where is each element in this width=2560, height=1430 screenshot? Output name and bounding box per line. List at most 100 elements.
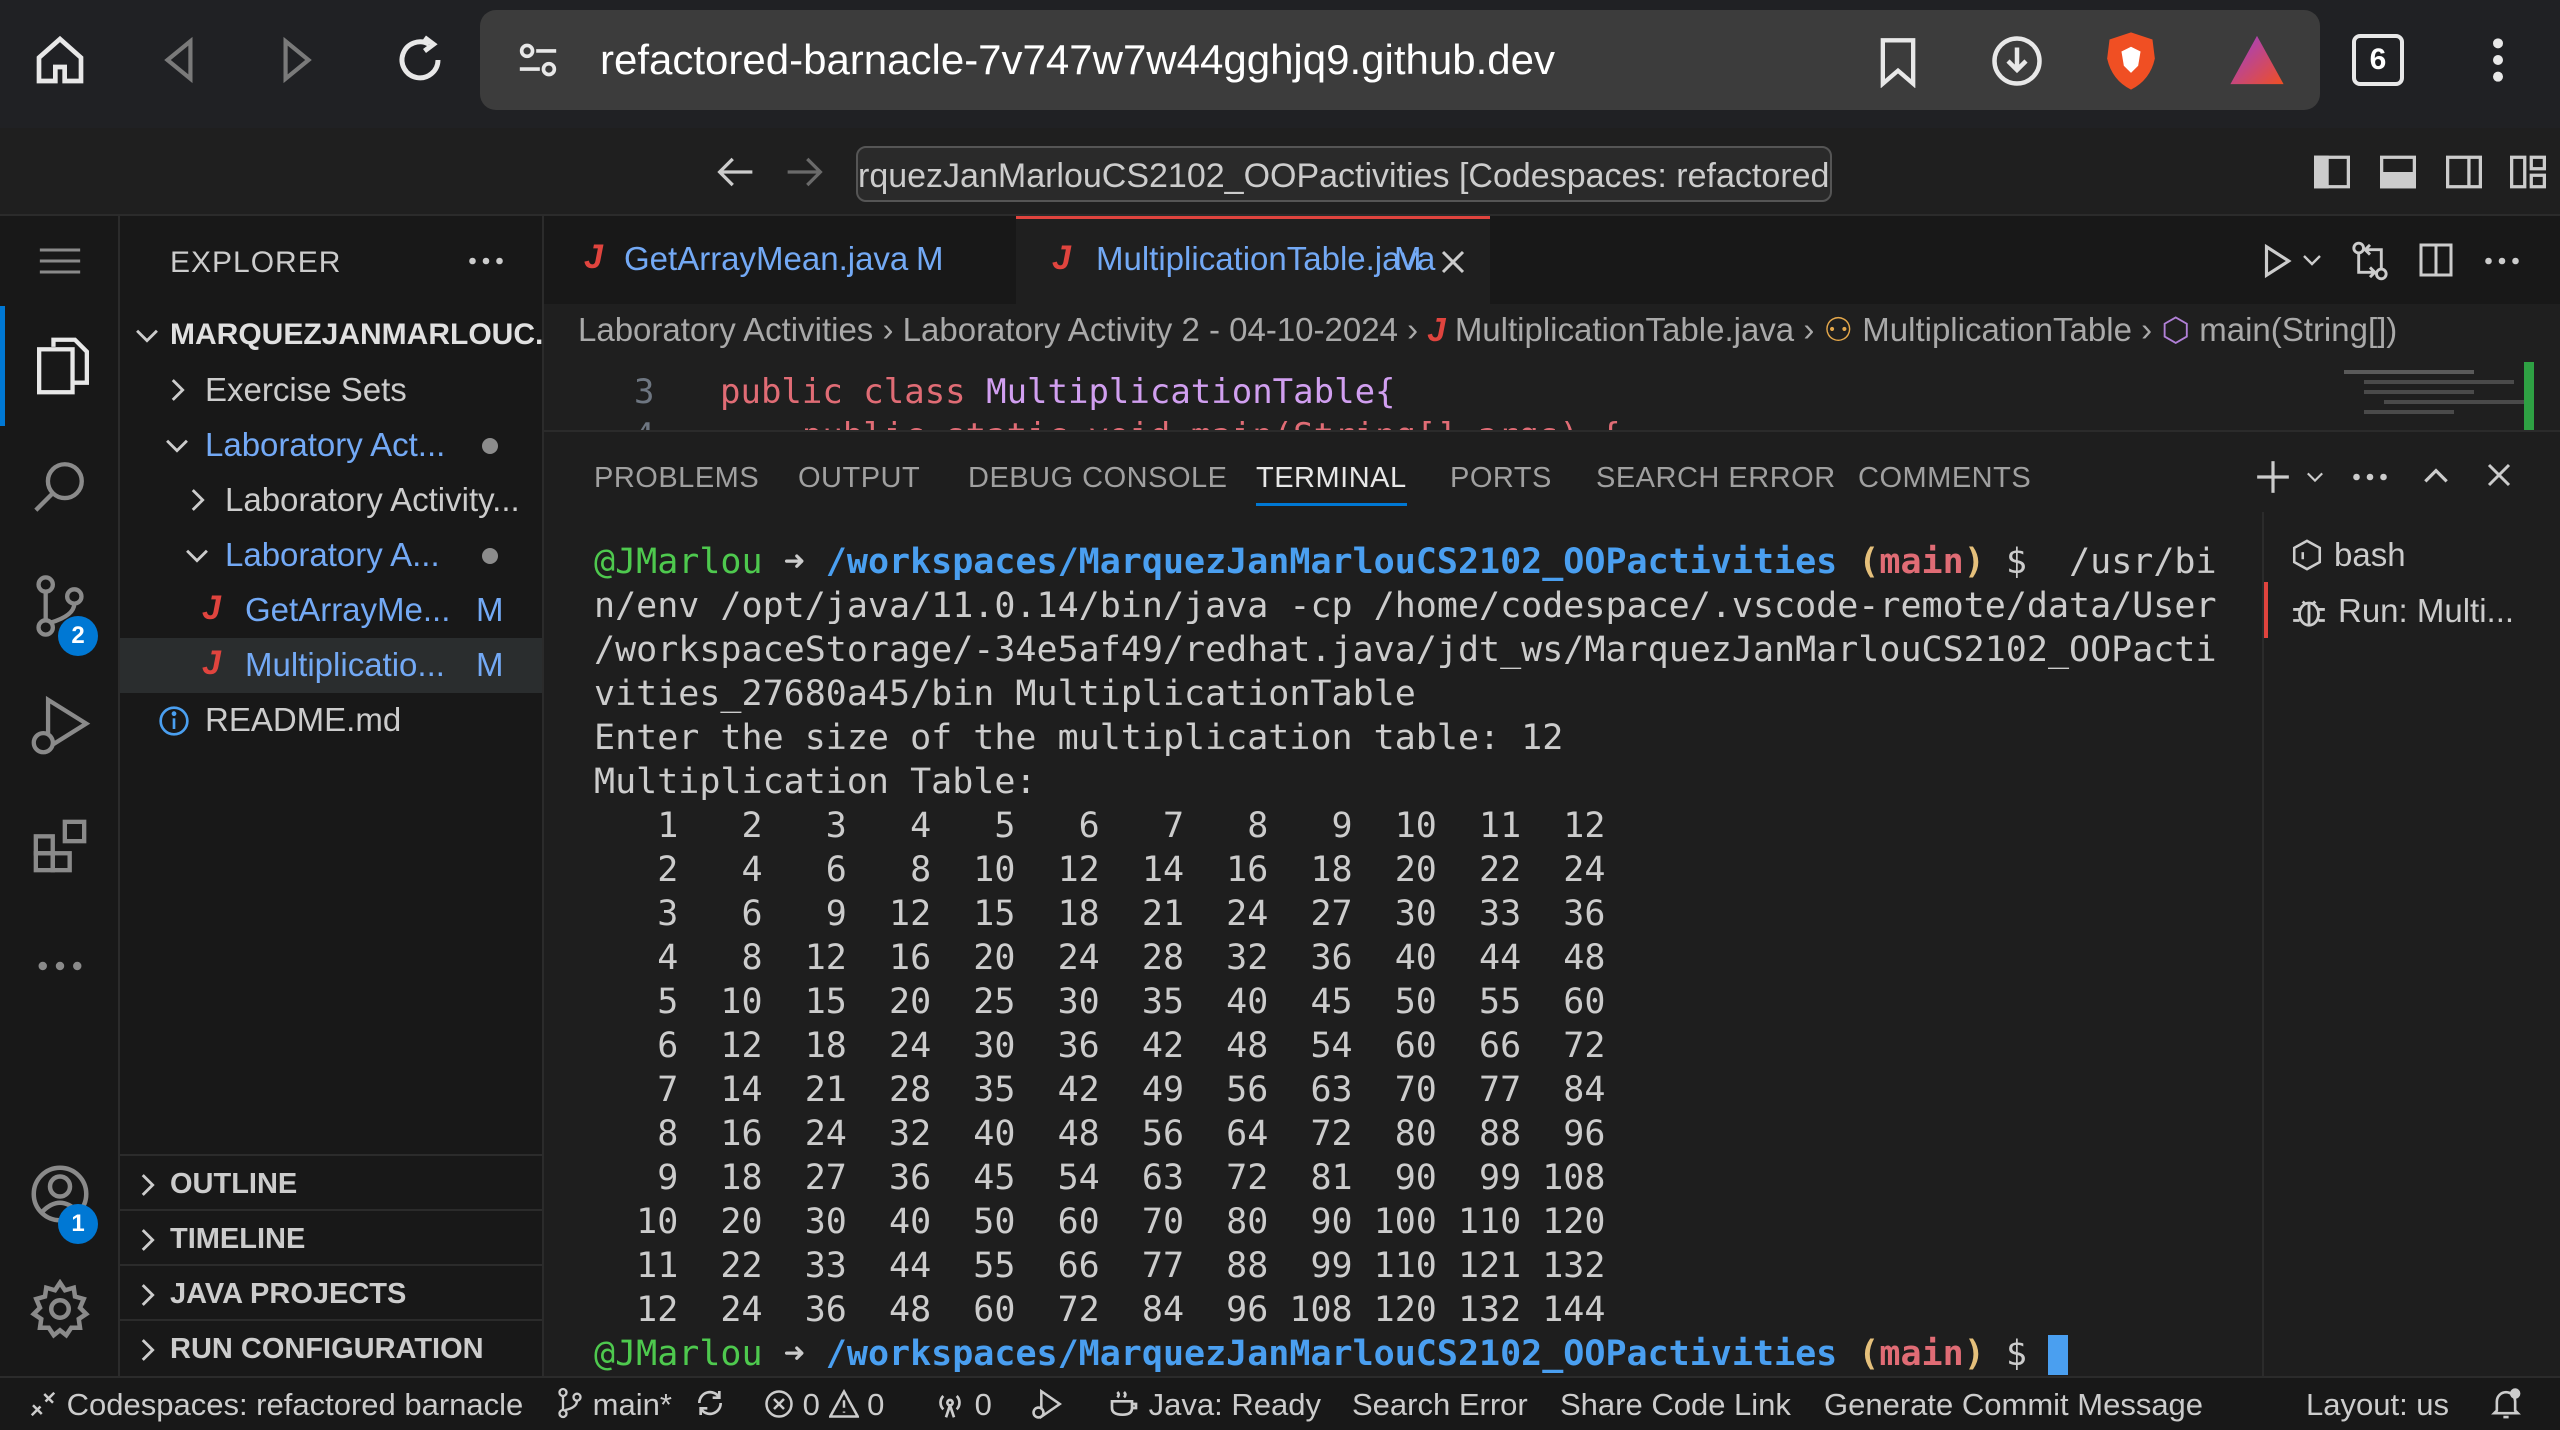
back-icon[interactable] <box>142 22 218 98</box>
terminal-line: 11 22 33 44 55 66 77 88 99 110 121 132 <box>594 1246 1606 1286</box>
tab-count-button[interactable]: 6 <box>2352 34 2404 86</box>
tab-ports[interactable]: PORTS <box>1450 462 1552 495</box>
run-java-icon[interactable] <box>2256 242 2296 280</box>
notifications-bell-icon[interactable] <box>2490 1387 2522 1421</box>
command-center[interactable]: rquezJanMarlouCS2102_OOPactivities [Code… <box>856 146 1832 202</box>
share-code-link-button[interactable]: Share Code Link <box>1560 1387 1791 1423</box>
toggle-panel-icon[interactable] <box>2378 154 2418 190</box>
tab-getarraymean[interactable]: J GetArrayMean.java M <box>544 216 1016 304</box>
forward-icon[interactable] <box>258 22 334 98</box>
more-views-icon[interactable] <box>0 906 120 1026</box>
tree-item-exercise-sets[interactable]: Exercise Sets <box>120 363 542 418</box>
tab-output[interactable]: OUTPUT <box>798 462 920 495</box>
branch-indicator[interactable]: main* <box>556 1387 672 1423</box>
sync-icon[interactable] <box>694 1387 726 1419</box>
extensions-icon[interactable] <box>0 786 120 906</box>
modified-badge: M <box>1394 240 1422 277</box>
section-timeline[interactable]: TIMELINE <box>120 1209 542 1264</box>
tab-terminal[interactable]: TERMINAL <box>1256 462 1407 506</box>
panel-more-icon[interactable] <box>2352 472 2388 482</box>
bottom-panel: PROBLEMS OUTPUT DEBUG CONSOLE TERMINAL P… <box>544 430 2560 1378</box>
remote-indicator[interactable]: Codespaces: refactored barnacle <box>28 1387 523 1423</box>
breadcrumb-item[interactable]: MultiplicationTable <box>1862 311 2132 348</box>
editor-more-icon[interactable] <box>2484 256 2520 266</box>
close-tab-icon[interactable] <box>1438 247 1468 277</box>
toggle-secondary-sidebar-icon[interactable] <box>2444 154 2484 190</box>
reload-icon[interactable] <box>382 22 458 98</box>
explorer-icon[interactable] <box>0 306 120 426</box>
url-text: refactored-barnacle-7v747w7w44gghjq9.git… <box>600 36 1555 83</box>
maximize-panel-chevron-up-icon[interactable] <box>2420 462 2452 490</box>
go-back-icon[interactable] <box>716 154 756 190</box>
problems-indicator[interactable]: 0 0 <box>764 1387 884 1423</box>
search-icon[interactable] <box>0 426 120 546</box>
tree-item-label: Multiplicatio... <box>245 646 445 683</box>
explorer-more-icon[interactable] <box>468 256 504 266</box>
breadcrumb-item[interactable]: Laboratory Activity 2 - 04-10-2024 <box>903 311 1398 348</box>
more-vertical-icon[interactable] <box>2460 22 2536 98</box>
tree-item-multiplicationtable[interactable]: J Multiplicatio... M <box>120 638 542 693</box>
brave-shield-icon[interactable] <box>2102 30 2160 92</box>
run-dropdown-chevron-icon[interactable] <box>2300 250 2324 270</box>
brave-rewards-icon[interactable] <box>2228 32 2286 88</box>
section-run-configuration[interactable]: RUN CONFIGURATION <box>120 1319 542 1374</box>
section-java-projects[interactable]: JAVA PROJECTS <box>120 1264 542 1319</box>
terminal-output[interactable]: @JMarlou ➜ /workspaces/MarquezJanMarlouC… <box>594 540 2294 1376</box>
tree-item-laboratory-activities[interactable]: Laboratory Act... <box>120 418 542 473</box>
toggle-primary-sidebar-icon[interactable] <box>2312 154 2352 190</box>
tree-item-laboratory-activity-1[interactable]: Laboratory Activity... <box>120 473 542 528</box>
breadcrumb-item[interactable]: MultiplicationTable.java <box>1455 311 1794 348</box>
java-status[interactable]: Java: Ready <box>1108 1387 1321 1423</box>
close-panel-icon[interactable] <box>2484 460 2514 490</box>
home-icon[interactable] <box>22 22 98 98</box>
tree-item-label: Laboratory Act... <box>205 426 446 463</box>
split-editor-icon[interactable] <box>2418 242 2454 278</box>
warning-icon <box>828 1389 859 1418</box>
tree-item-laboratory-activity-2[interactable]: Laboratory A... <box>120 528 542 583</box>
branch-label: main* <box>592 1387 672 1422</box>
menu-icon[interactable] <box>0 216 120 306</box>
breadcrumb-item[interactable]: main(String[]) <box>2199 311 2397 348</box>
terminal-item-run[interactable]: Run: Multi... <box>2264 582 2560 638</box>
editor-tabs: J GetArrayMean.java M J MultiplicationTa… <box>544 216 2560 304</box>
run-debug-status-icon[interactable] <box>1030 1387 1064 1421</box>
accounts-icon[interactable]: 1 <box>0 1134 120 1254</box>
site-settings-icon[interactable] <box>516 40 560 80</box>
prompt-arrow: ➜ <box>762 542 826 582</box>
terminal-profile-chevron-icon[interactable] <box>2304 468 2326 486</box>
run-debug-icon[interactable] <box>0 666 120 786</box>
new-terminal-plus-icon[interactable] <box>2254 458 2292 496</box>
tab-debug-console[interactable]: DEBUG CONSOLE <box>968 462 1228 495</box>
tab-search-error[interactable]: SEARCH ERROR <box>1596 462 1836 495</box>
download-icon[interactable] <box>1990 34 2044 88</box>
section-label: OUTLINE <box>170 1168 298 1200</box>
terminal-item-bash[interactable]: bash <box>2264 526 2560 582</box>
java-file-icon: J <box>584 238 603 276</box>
address-bar[interactable]: refactored-barnacle-7v747w7w44gghjq9.git… <box>480 10 2320 110</box>
java-file-icon: J <box>1427 311 1455 348</box>
go-forward-icon[interactable] <box>784 154 824 190</box>
customize-layout-icon[interactable] <box>2508 154 2548 190</box>
search-error-button[interactable]: Search Error <box>1352 1387 1528 1423</box>
tab-multiplicationtable[interactable]: J MultiplicationTable.java M <box>1016 216 1490 304</box>
generate-commit-message-button[interactable]: Generate Commit Message <box>1824 1387 2203 1423</box>
keyboard-layout-indicator[interactable]: Layout: us <box>2306 1387 2449 1423</box>
tree-item-getarraymean[interactable]: J GetArrayMe... M <box>120 583 542 638</box>
tab-problems[interactable]: PROBLEMS <box>594 462 759 495</box>
code-viewport[interactable]: 3 public class MultiplicationTable{ 4 pu… <box>544 362 2324 430</box>
workspace-root[interactable]: MARQUEZJANMARLOUC... <box>120 308 542 363</box>
open-changes-icon[interactable] <box>2350 240 2390 282</box>
source-control-icon[interactable]: 2 <box>0 546 120 666</box>
minimap[interactable] <box>2344 362 2534 430</box>
tree-item-readme[interactable]: README.md <box>120 693 542 748</box>
breadcrumb-separator-icon: › <box>1407 311 1419 348</box>
section-outline[interactable]: OUTLINE <box>120 1154 542 1209</box>
bookmark-icon[interactable] <box>1876 36 1920 88</box>
breadcrumb-item[interactable]: Laboratory Activities <box>578 311 873 348</box>
tab-comments[interactable]: COMMENTS <box>1858 462 2031 495</box>
error-count: 0 <box>802 1387 820 1422</box>
manage-gear-icon[interactable] <box>0 1254 120 1364</box>
java-file-icon: J <box>202 644 221 682</box>
ports-indicator[interactable]: 0 <box>934 1387 992 1423</box>
chevron-right-icon <box>171 379 185 401</box>
